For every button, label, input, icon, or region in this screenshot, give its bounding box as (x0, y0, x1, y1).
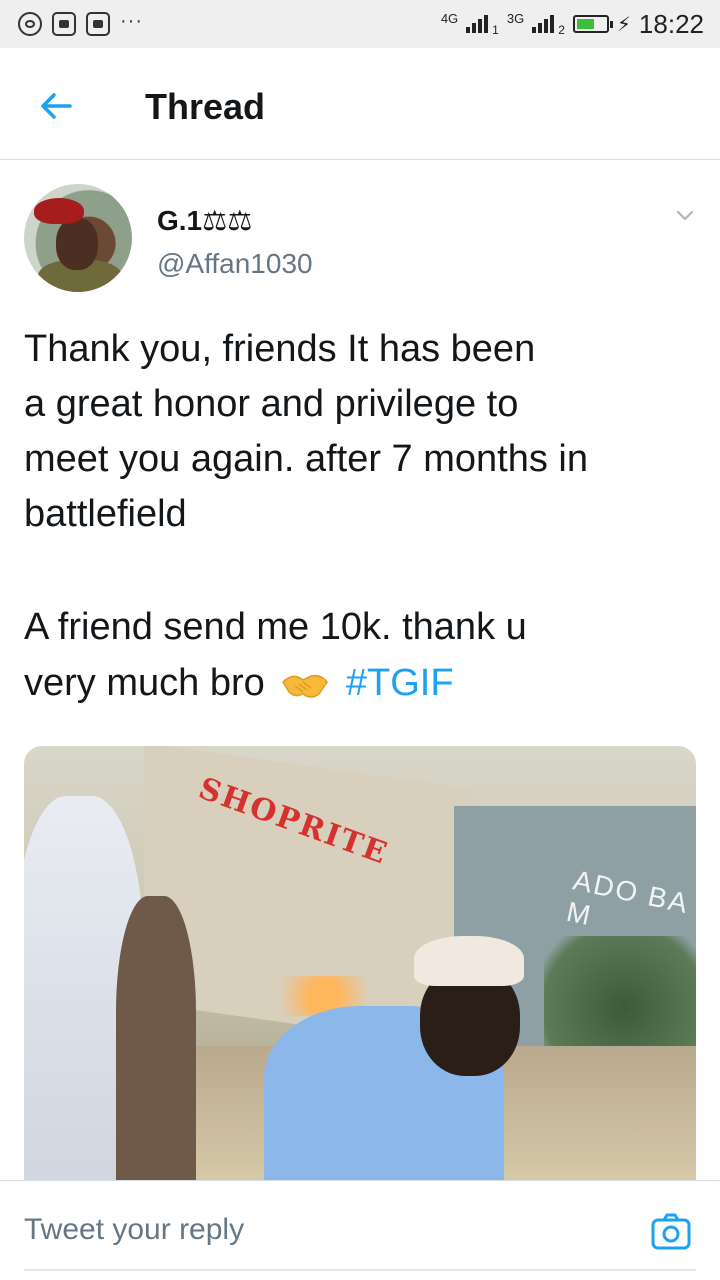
tweet-text-line: A friend send me 10k. thank u (24, 606, 527, 648)
network-type-2: 3G (506, 10, 525, 26)
avatar[interactable] (24, 184, 132, 292)
hashtag-link[interactable]: #TGIF (346, 662, 454, 704)
thread-header: Thread (0, 48, 720, 160)
tweet-text-line: Thank you, friends It has been (24, 328, 536, 370)
tweet-text-fragment: very much bro (24, 662, 265, 704)
whatsapp-icon (18, 12, 42, 36)
sim-2-label: 2 (558, 23, 565, 37)
app-icon (52, 12, 76, 36)
battery-level (576, 19, 594, 29)
battery-icon (572, 15, 613, 33)
page-title: Thread (145, 86, 266, 127)
author-name[interactable]: G.1⚖⚖ (157, 204, 252, 237)
app-icon (86, 12, 110, 36)
chevron-down-icon[interactable] (676, 206, 694, 224)
more-notifications-icon: ··· (120, 9, 143, 32)
handshake-emoji-icon (282, 674, 329, 698)
sim-1-label: 1 (492, 23, 499, 37)
signal-icon (466, 15, 489, 33)
author-handle[interactable]: @Affan1030 (157, 248, 313, 280)
tweet-media-image[interactable]: SHOPRITE ADO BA M (24, 746, 696, 1180)
system-indicators: 4G 1 3G 2 ⚡ 18:22 (441, 9, 704, 40)
notification-area: ··· (18, 9, 143, 36)
signal-icon (532, 15, 555, 33)
back-arrow-icon[interactable] (36, 86, 76, 126)
clock: 18:22 (638, 8, 704, 39)
tweet-text-line: meet you again. after 7 months in (24, 438, 588, 480)
charging-icon: ⚡ (616, 13, 631, 36)
reply-composer: Tweet your reply (0, 1180, 720, 1280)
network-type-1: 4G (440, 10, 459, 26)
camera-icon[interactable] (650, 1211, 692, 1253)
tweet-text-last-line: very much bro #TGIF (24, 656, 454, 711)
tweet-text-line: battlefield (24, 493, 187, 535)
reply-input[interactable]: Tweet your reply (24, 1213, 244, 1247)
reply-underline (24, 1269, 696, 1271)
status-bar: ··· 4G 1 3G 2 ⚡ 18:22 (0, 0, 720, 48)
tweet-text-line: a great honor and privilege to (24, 383, 519, 425)
